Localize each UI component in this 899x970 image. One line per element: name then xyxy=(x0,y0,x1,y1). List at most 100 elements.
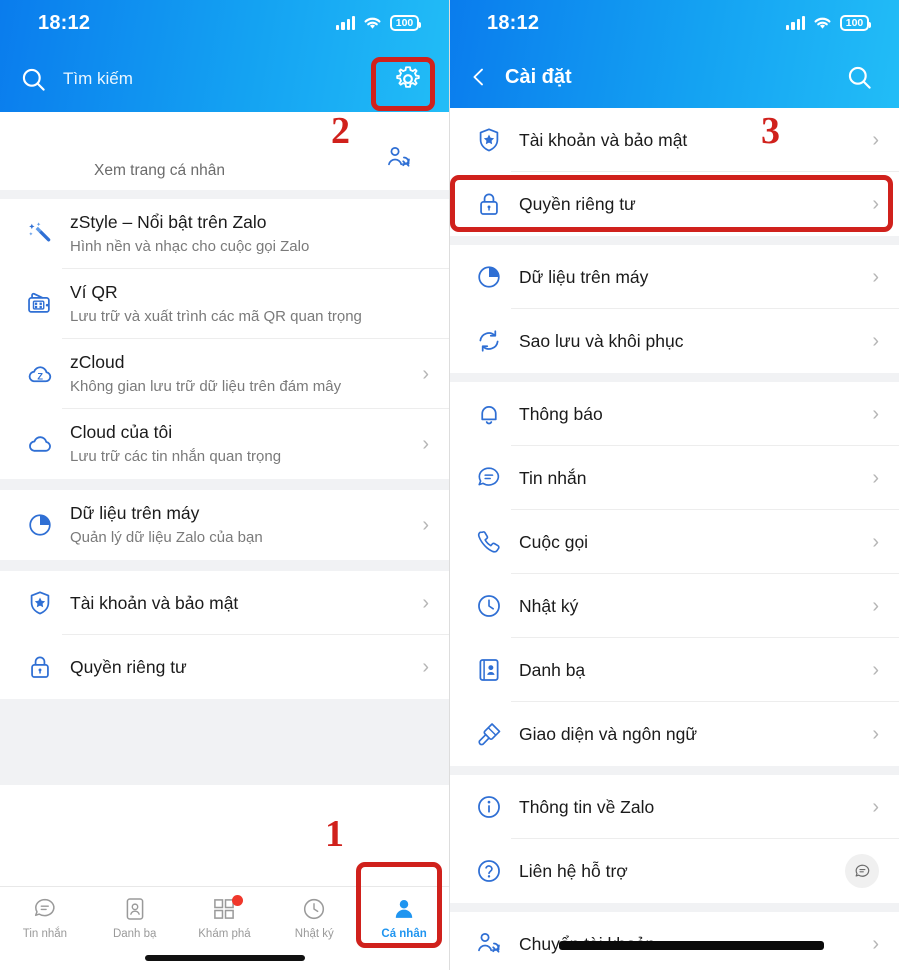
settings-item-about-zalo[interactable]: Thông tin về Zalo › xyxy=(449,775,899,839)
wifi-icon xyxy=(364,17,381,29)
settings-item-notifications[interactable]: Thông báo › xyxy=(449,382,899,446)
list-item-zcloud[interactable]: Z zCloud Không gian lưu trữ dữ liệu trên… xyxy=(0,339,449,409)
tab-label: Danh bạ xyxy=(112,928,157,940)
signal-bars-icon xyxy=(336,16,355,30)
settings-item-messages[interactable]: Tin nhắn › xyxy=(449,446,899,510)
tab-diary[interactable]: Nhật ký xyxy=(269,896,359,940)
settings-item-device-data[interactable]: Dữ liệu trên máy › xyxy=(449,245,899,309)
right-section-1: Tài khoản và bảo mật › Quyền riêng tư › xyxy=(449,108,899,236)
status-time: 18:12 xyxy=(38,11,91,34)
switch-account-icon[interactable] xyxy=(385,144,413,172)
section-gap xyxy=(0,190,449,199)
chevron-right-icon: › xyxy=(872,659,879,681)
settings-item-text: Sao lưu và khôi phục xyxy=(511,330,872,353)
list-item-title: Ví QR xyxy=(70,281,118,302)
chevron-right-icon: › xyxy=(422,592,429,614)
shield-star-icon xyxy=(467,126,511,154)
tab-contacts[interactable]: Danh bạ xyxy=(90,896,180,940)
list-item-account-security[interactable]: Tài khoản và bảo mật › xyxy=(0,571,449,635)
battery-indicator: 100 xyxy=(390,15,421,31)
search-bar[interactable]: Tìm kiếm xyxy=(0,46,449,112)
clock-icon xyxy=(467,592,511,620)
list-item-title: Tài khoản và bảo mật xyxy=(70,592,239,613)
contacts-book-icon xyxy=(467,656,511,684)
search-icon[interactable] xyxy=(20,66,47,93)
chat-bubble-round-icon[interactable] xyxy=(845,854,879,888)
settings-item-support[interactable]: Liên hệ hỗ trợ xyxy=(449,839,899,903)
settings-item-title: Thông tin về Zalo xyxy=(519,796,655,817)
notification-badge xyxy=(232,895,244,906)
section-gap xyxy=(449,236,899,245)
list-item-subtitle: Quản lý dữ liệu Zalo của bạn xyxy=(70,529,263,547)
clock-icon xyxy=(304,898,325,920)
chevron-left-icon[interactable] xyxy=(467,65,491,89)
settings-item-title: Dữ liệu trên máy xyxy=(519,266,649,287)
profile-strip[interactable]: Xem trang cá nhân xyxy=(0,112,449,190)
settings-item-account-security[interactable]: Tài khoản và bảo mật › xyxy=(449,108,899,172)
chevron-right-icon: › xyxy=(422,433,429,455)
wifi-icon xyxy=(814,17,831,29)
search-icon[interactable] xyxy=(846,64,873,91)
bottom-tab-bar: Tin nhắn Danh bạ Khám phá Nhật ký Cá nhâ… xyxy=(0,886,449,970)
tab-label: Nhật ký xyxy=(294,928,334,940)
settings-item-title: Nhật ký xyxy=(519,595,579,616)
chevron-right-icon: › xyxy=(872,933,879,955)
list-item-privacy[interactable]: Quyền riêng tư › xyxy=(0,635,449,699)
list-item-qr-wallet[interactable]: Ví QR Lưu trữ và xuất trình các mã QR qu… xyxy=(0,269,449,339)
list-item-title: Cloud của tôi xyxy=(70,421,173,442)
list-item-title: zCloud xyxy=(70,351,125,372)
settings-item-text: Nhật ký xyxy=(511,595,872,618)
settings-item-contacts[interactable]: Danh bạ › xyxy=(449,638,899,702)
settings-item-backup-restore[interactable]: Sao lưu và khôi phục › xyxy=(449,309,899,373)
chevron-right-icon: › xyxy=(422,656,429,678)
tab-label: Tin nhắn xyxy=(22,928,68,940)
settings-item-text: Quyền riêng tư xyxy=(511,193,872,216)
gear-icon[interactable] xyxy=(393,64,423,94)
magic-wand-icon xyxy=(18,220,62,248)
chevron-right-icon: › xyxy=(872,796,879,818)
settings-item-diary[interactable]: Nhật ký › xyxy=(449,574,899,638)
phone-icon xyxy=(467,528,511,556)
svg-text:Z: Z xyxy=(37,371,43,381)
pie-chart-icon xyxy=(18,511,62,539)
chevron-right-icon: › xyxy=(872,193,879,215)
settings-item-text: Dữ liệu trên máy xyxy=(511,266,872,289)
dual-screenshot: 18:12 100 Tìm kiếm Xem trang cá nhân zSt… xyxy=(0,0,899,970)
search-input[interactable]: Tìm kiếm xyxy=(63,69,377,89)
battery-indicator: 100 xyxy=(840,15,871,31)
settings-item-appearance-language[interactable]: Giao diện và ngôn ngữ › xyxy=(449,702,899,766)
section-gap xyxy=(449,373,899,382)
chevron-right-icon: › xyxy=(872,531,879,553)
list-item-title: Quyền riêng tư xyxy=(70,656,187,677)
list-item-my-cloud[interactable]: Cloud của tôi Lưu trữ các tin nhắn quan … xyxy=(0,409,449,479)
settings-item-privacy[interactable]: Quyền riêng tư › xyxy=(449,172,899,236)
settings-item-text: Cuộc gọi xyxy=(511,531,872,554)
tab-discover[interactable]: Khám phá xyxy=(180,895,270,940)
list-item-device-data[interactable]: Dữ liệu trên máy Quản lý dữ liệu Zalo củ… xyxy=(0,490,449,560)
list-item-subtitle: Hình nền và nhạc cho cuộc gọi Zalo xyxy=(70,238,310,256)
section-gap xyxy=(0,560,449,571)
settings-item-text: Thông báo xyxy=(511,403,872,426)
section-gap xyxy=(449,766,899,775)
chevron-right-icon: › xyxy=(872,723,879,745)
sync-icon xyxy=(467,327,511,355)
list-item-text: Tài khoản và bảo mật xyxy=(62,592,422,615)
shield-star-icon xyxy=(18,589,62,617)
list-item-text: Ví QR Lưu trữ và xuất trình các mã QR qu… xyxy=(62,281,429,328)
list-item-zstyle[interactable]: zStyle – Nổi bật trên Zalo Hình nền và n… xyxy=(0,199,449,269)
status-bar: 18:12 100 xyxy=(0,0,449,46)
chevron-right-icon: › xyxy=(872,266,879,288)
status-bar: 18:12 100 xyxy=(449,0,899,46)
tab-messages[interactable]: Tin nhắn xyxy=(0,896,90,940)
annotation-number-3: 3 xyxy=(761,110,780,152)
annotation-number-2: 2 xyxy=(331,110,350,152)
page-title: Cài đặt xyxy=(505,65,572,88)
chevron-right-icon: › xyxy=(872,595,879,617)
right-phone-screen: 18:12 100 Cài đặt Tài khoản và bảo mật ›… xyxy=(449,0,899,970)
settings-item-title: Giao diện và ngôn ngữ xyxy=(519,723,698,744)
list-item-text: Cloud của tôi Lưu trữ các tin nhắn quan … xyxy=(62,421,422,468)
settings-item-calls[interactable]: Cuộc gọi › xyxy=(449,510,899,574)
tab-profile[interactable]: Cá nhân xyxy=(359,896,449,940)
tab-label: Cá nhân xyxy=(381,928,427,940)
tab-label: Khám phá xyxy=(198,928,251,940)
